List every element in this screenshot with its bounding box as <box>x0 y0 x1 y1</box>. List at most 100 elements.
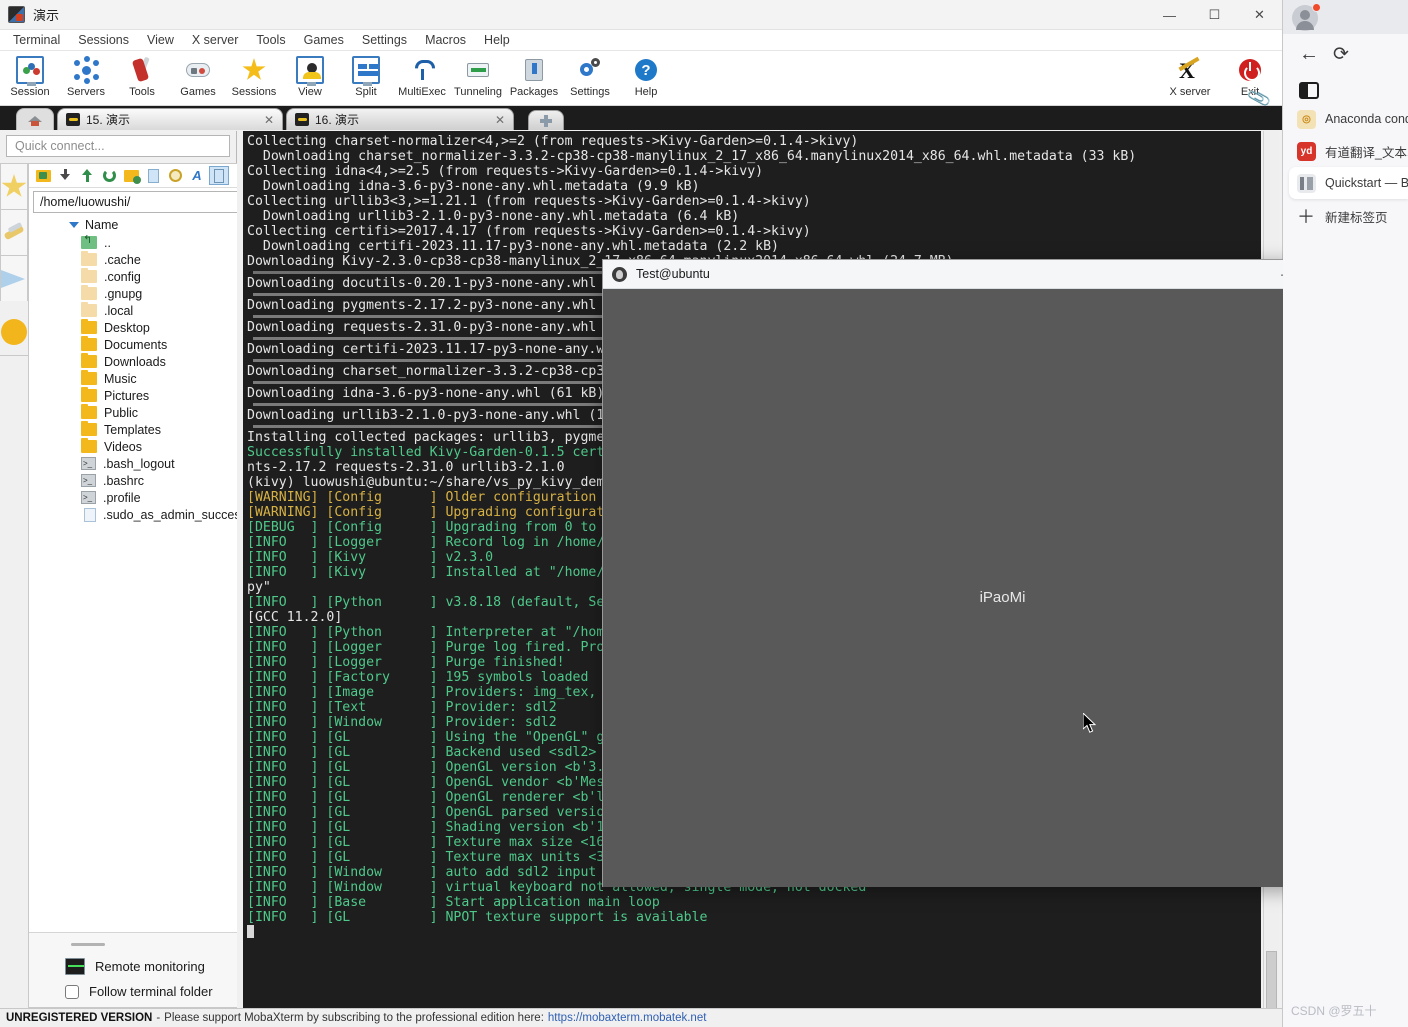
new-file-icon[interactable] <box>143 166 163 185</box>
follow-terminal-folder-label: Follow terminal folder <box>89 984 213 999</box>
list-item[interactable]: .. <box>29 234 260 251</box>
toolbar-settings-button[interactable]: Settings <box>562 53 618 98</box>
folder-up-icon[interactable] <box>33 166 53 185</box>
side-panel-icon[interactable] <box>1299 82 1319 99</box>
bookmark-youdao[interactable]: yd 有道翻译_文本、 <box>1283 135 1408 167</box>
new-tab-row[interactable]: ＋ 新建标签页 <box>1283 199 1408 233</box>
toolbar-help-button[interactable]: ? Help <box>618 53 674 98</box>
sftp-toolbar: A <box>29 164 261 188</box>
menu-tools[interactable]: Tools <box>247 31 294 49</box>
tab-home[interactable] <box>16 108 54 130</box>
menu-macros[interactable]: Macros <box>416 31 475 49</box>
rail-filler <box>0 355 28 356</box>
terminal-line-info: [INFO ] [GL ] Texture max units <32> <box>247 850 621 865</box>
terminal-mode-icon[interactable] <box>209 166 229 185</box>
menu-terminal[interactable]: Terminal <box>4 31 69 49</box>
folder-icon <box>81 438 97 453</box>
toolbar: Session Servers Tools Games Sessions Vie… <box>0 51 1282 111</box>
tab-close-icon[interactable]: ✕ <box>495 113 505 127</box>
browser-profile-row <box>1283 0 1408 34</box>
toolbar-view-button[interactable]: View <box>282 53 338 98</box>
new-folder-icon[interactable] <box>121 166 141 185</box>
toolbar-session-button[interactable]: Session <box>2 53 58 98</box>
toolbar-tunneling-button[interactable]: Tunneling <box>450 53 506 98</box>
follow-terminal-folder-checkbox[interactable] <box>65 984 79 999</box>
upload-icon[interactable] <box>77 166 97 185</box>
list-item[interactable]: .cache <box>29 251 260 268</box>
follow-terminal-folder-row[interactable]: Follow terminal folder <box>29 978 260 1007</box>
toolbar-packages-button[interactable]: Packages <box>506 53 562 98</box>
file-column-header[interactable]: Name <box>29 216 260 234</box>
list-item[interactable]: >_ .bash_logout <box>29 455 260 472</box>
menu-games[interactable]: Games <box>295 31 353 49</box>
quick-connect-input[interactable]: Quick connect... <box>6 135 230 157</box>
column-name-label: Name <box>85 218 119 232</box>
toolbar-xserver-button[interactable]: X X server <box>1158 53 1222 98</box>
list-item[interactable]: .gnupg <box>29 285 260 302</box>
list-item[interactable]: Videos <box>29 438 260 455</box>
folder-icon <box>81 319 97 334</box>
mobaxterm-link[interactable]: https://mobaxterm.mobatek.net <box>548 1012 707 1024</box>
list-item[interactable]: .local <box>29 302 260 319</box>
menu-settings[interactable]: Settings <box>353 31 416 49</box>
list-item[interactable]: Pictures <box>29 387 260 404</box>
toolbar-sessions-button[interactable]: Sessions <box>226 53 282 98</box>
menu-help[interactable]: Help <box>475 31 519 49</box>
refresh-icon[interactable] <box>99 166 119 185</box>
list-item[interactable]: Downloads <box>29 353 260 370</box>
list-item[interactable]: .sudo_as_admin_successful <box>29 506 260 523</box>
new-tab-button[interactable] <box>528 110 564 130</box>
toolbar-tools-button[interactable]: Tools <box>114 53 170 98</box>
text-mode-icon[interactable]: A <box>187 166 207 185</box>
toolbar-servers-button[interactable]: Servers <box>58 53 114 98</box>
path-value: /home/luowushi/ <box>40 195 131 209</box>
maximize-button[interactable]: ☐ <box>1192 0 1237 30</box>
tab-session-15[interactable]: 15. 演示 ✕ <box>57 108 283 130</box>
resize-grip[interactable] <box>71 943 105 946</box>
path-bar[interactable]: /home/luowushi/ ⌄ <box>33 191 257 213</box>
toolbar-multiexec-button[interactable]: MultiExec <box>394 53 450 98</box>
back-arrow-icon[interactable]: ← <box>1299 43 1319 66</box>
list-item[interactable]: >_ .profile <box>29 489 260 506</box>
terminal-cursor <box>247 925 254 938</box>
rail-bookmarks-button[interactable] <box>0 163 28 209</box>
reload-icon[interactable]: ⟳ <box>1333 43 1349 66</box>
toolbar-split-button[interactable]: Split <box>338 53 394 98</box>
macro-orange-icon <box>1 319 27 345</box>
sidebar: Quick connect... A /home/luowushi/ Name … <box>0 131 261 1008</box>
list-item[interactable]: >_ .bashrc <box>29 472 260 489</box>
bookmark-quickstart-label: Quickstart — Bu <box>1325 176 1408 190</box>
progress-bar <box>253 425 603 428</box>
gear-icon <box>576 56 604 84</box>
close-button[interactable]: ✕ <box>1237 0 1282 30</box>
menu-x-server[interactable]: X server <box>183 31 248 49</box>
progress-bar <box>253 381 603 384</box>
list-item[interactable]: Desktop <box>29 319 260 336</box>
minimize-button[interactable]: — <box>1147 0 1192 30</box>
toolbar-help-label: Help <box>634 86 658 98</box>
split-icon <box>352 56 380 86</box>
remote-monitoring-button[interactable]: Remote monitoring <box>29 955 260 978</box>
rail-tools-button[interactable] <box>0 209 28 255</box>
list-item[interactable]: Public <box>29 404 260 421</box>
list-item[interactable]: Documents <box>29 336 260 353</box>
terminal-line-info: [INFO ] [Text ] Provider: sdl2 <box>247 700 557 715</box>
menu-sessions[interactable]: Sessions <box>69 31 138 49</box>
browser-side-panel: ← ⟳ ◎ Anaconda conda yd 有道翻译_文本、 Quickst… <box>1283 0 1408 1027</box>
rail-sftp-button[interactable] <box>0 255 28 301</box>
download-icon[interactable] <box>55 166 75 185</box>
bookmark-anaconda[interactable]: ◎ Anaconda conda <box>1283 103 1408 135</box>
list-item[interactable]: Music <box>29 370 260 387</box>
toolbar-games-button[interactable]: Games <box>170 53 226 98</box>
bookmark-quickstart[interactable]: Quickstart — Bu <box>1289 167 1408 199</box>
menu-view[interactable]: View <box>138 31 183 49</box>
window-title: 演示 <box>33 8 60 23</box>
tab-close-icon[interactable]: ✕ <box>264 113 274 127</box>
status-dash: - <box>156 1012 161 1024</box>
history-icon[interactable] <box>165 166 185 185</box>
rail-macro-button[interactable] <box>0 309 28 355</box>
file-list[interactable]: .. .cache .config .gnupg .local Desktop … <box>29 234 260 932</box>
list-item[interactable]: .config <box>29 268 260 285</box>
list-item[interactable]: Templates <box>29 421 260 438</box>
tab-session-16[interactable]: 16. 演示 ✕ <box>286 108 514 130</box>
